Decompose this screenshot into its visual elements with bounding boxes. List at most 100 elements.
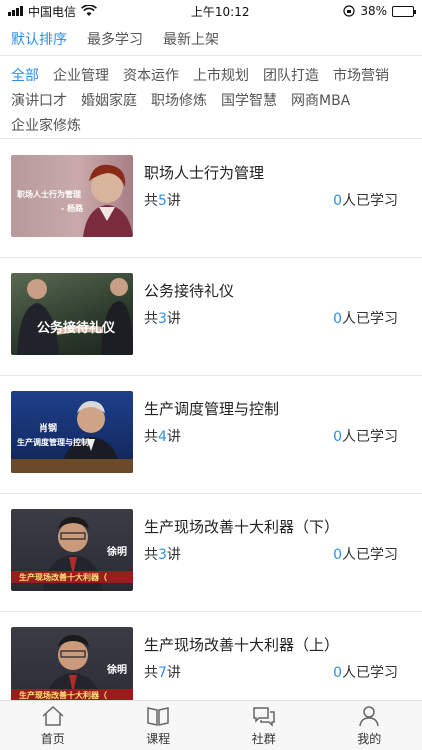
learner-count: 0人已学习 [333,308,398,328]
lecture-suffix: 讲 [166,547,181,563]
status-bar: 中国电信 上午10:12 38% [0,0,422,22]
learner-count: 0人已学习 [333,426,398,446]
tab-courses-label: 课程 [146,731,171,746]
status-bar-right: 38% [343,4,416,18]
category-enterprise-management[interactable]: 企业管理 [53,64,109,88]
category-team-building[interactable]: 团队打造 [263,64,319,88]
sort-tab-most-learned[interactable]: 最多学习 [87,29,143,49]
lecture-suffix: 讲 [166,193,181,209]
learner-count: 0人已学习 [333,662,398,682]
lecture-number: 3 [158,311,167,327]
category-public-speaking[interactable]: 演讲口才 [11,89,67,113]
sort-bar: 默认排序 最多学习 最新上架 [0,22,422,56]
category-all[interactable]: 全部 [11,64,39,88]
lecture-prefix: 共 [144,311,158,327]
lecture-suffix: 讲 [166,429,181,445]
learner-count: 0人已学习 [333,544,398,564]
battery-icon [392,5,416,17]
lecture-count: 共3讲 [144,544,181,564]
thumbnail-caption: 肖钢 [39,424,58,434]
learner-suffix: 人已学习 [342,547,398,563]
thumbnail-caption: 生产调度管理与控制 [17,437,89,447]
category-workplace[interactable]: 职场修炼 [151,89,207,113]
lecture-number: 5 [158,193,167,209]
learner-number: 0 [333,547,342,563]
book-icon [147,706,169,726]
course-row[interactable]: 徐明 生产现场改善十大利器（ 生产现场改善十大利器（上） 共7讲 0人已学习 [0,612,422,700]
course-row[interactable]: 公务接待礼仪 公务接待礼仪 共3讲 0人已学习 [0,258,422,376]
learner-suffix: 人已学习 [342,665,398,681]
carrier-label: 中国电信 [28,4,77,19]
category-listing-planning[interactable]: 上市规划 [193,64,249,88]
person-icon [359,705,379,726]
rotation-lock-icon [343,5,355,17]
tab-home[interactable]: 首页 [0,701,106,750]
learner-suffix: 人已学习 [342,311,398,327]
thumbnail-caption: 徐明 [107,665,127,676]
lecture-number: 3 [158,547,167,563]
tab-mine-label: 我的 [357,731,382,746]
lecture-count: 共4讲 [144,426,181,446]
lecture-prefix: 共 [144,429,158,445]
signal-icon [8,6,23,16]
course-title: 生产调度管理与控制 [144,400,280,418]
course-row[interactable]: 职场人士行为管理 - 杨路 职场人士行为管理 共5讲 0人已学习 [0,140,422,258]
lecture-prefix: 共 [144,193,158,209]
battery-percent: 38% [360,4,387,18]
thumbnail-caption: 公务接待礼仪 [37,321,116,336]
thumbnail-caption: 徐明 [107,547,127,558]
lecture-prefix: 共 [144,547,158,563]
course-thumbnail: 肖钢 生产调度管理与控制 [11,391,133,473]
course-list: 职场人士行为管理 - 杨路 职场人士行为管理 共5讲 0人已学习 公务接待礼仪 … [0,140,422,700]
course-thumbnail: 徐明 生产现场改善十大利器（ [11,509,133,591]
course-row[interactable]: 徐明 生产现场改善十大利器（ 生产现场改善十大利器（下） 共3讲 0人已学习 [0,494,422,612]
learner-suffix: 人已学习 [342,193,398,209]
course-thumbnail: 职场人士行为管理 - 杨路 [11,155,133,237]
sort-tab-default[interactable]: 默认排序 [11,29,67,49]
learner-number: 0 [333,429,342,445]
course-title: 生产现场改善十大利器（下） [144,518,340,536]
lecture-number: 7 [158,665,167,681]
status-bar-left: 中国电信 [8,3,97,20]
lecture-count: 共5讲 [144,190,181,210]
course-title: 生产现场改善十大利器（上） [144,636,340,654]
category-online-mba[interactable]: 网商MBA [291,89,350,113]
tab-courses[interactable]: 课程 [106,701,212,750]
category-capital-operation[interactable]: 资本运作 [123,64,179,88]
category-marketing[interactable]: 市场营销 [333,64,389,88]
lecture-count: 共3讲 [144,308,181,328]
course-row[interactable]: 肖钢 生产调度管理与控制 生产调度管理与控制 共4讲 0人已学习 [0,376,422,494]
learner-number: 0 [333,311,342,327]
tab-community-label: 社群 [251,731,276,746]
learner-number: 0 [333,193,342,209]
tab-mine[interactable]: 我的 [317,701,422,750]
learner-suffix: 人已学习 [342,429,398,445]
category-entrepreneur[interactable]: 企业家修炼 [11,114,81,138]
lecture-count: 共7讲 [144,662,181,682]
category-marriage-family[interactable]: 婚姻家庭 [81,89,137,113]
lecture-suffix: 讲 [166,665,181,681]
thumbnail-caption: 生产现场改善十大利器（ [19,690,107,700]
tab-home-label: 首页 [40,731,65,746]
clock: 上午10:12 [190,4,250,19]
thumbnail-caption: 职场人士行为管理 [17,189,81,199]
course-thumbnail: 徐明 生产现场改善十大利器（ [11,627,133,700]
thumbnail-caption: 生产现场改善十大利器（ [19,572,107,582]
chat-icon [253,706,275,727]
learner-number: 0 [333,665,342,681]
wifi-icon [81,5,97,16]
category-sinology[interactable]: 国学智慧 [221,89,277,113]
lecture-suffix: 讲 [166,311,181,327]
course-thumbnail: 公务接待礼仪 [11,273,133,355]
learner-count: 0人已学习 [333,190,398,210]
category-filter: 全部 企业管理 资本运作 上市规划 团队打造 市场营销 演讲口才 婚姻家庭 职场… [0,57,422,139]
tab-community[interactable]: 社群 [211,701,317,750]
sort-tab-newest[interactable]: 最新上架 [163,29,219,49]
course-title: 公务接待礼仪 [144,282,235,300]
thumbnail-caption: - 杨路 [61,203,84,213]
lecture-number: 4 [158,429,167,445]
lecture-prefix: 共 [144,665,158,681]
bottom-tab-bar: 首页 课程 社群 我的 [0,700,422,750]
home-icon [42,705,64,726]
course-title: 职场人士行为管理 [144,164,265,182]
